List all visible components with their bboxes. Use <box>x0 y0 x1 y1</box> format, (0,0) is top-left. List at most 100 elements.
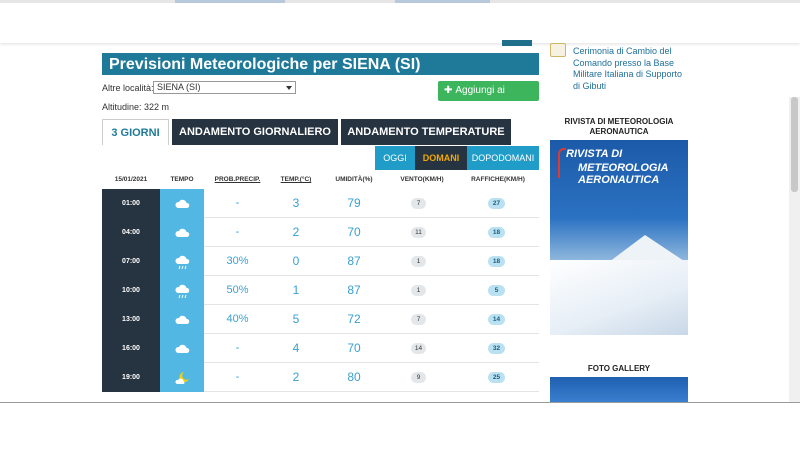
cloud-icon <box>175 228 190 237</box>
gallery-heading: FOTO GALLERY <box>587 364 651 373</box>
altitude-text: Altitudine: 322 m <box>102 102 170 112</box>
rain-cloud-icon <box>175 255 190 270</box>
location-select-value: SIENA (SI) <box>157 82 201 92</box>
column-header-vento: VENTO(KM/H) <box>400 176 444 183</box>
row-prob: - <box>235 342 240 354</box>
header-button-fragment[interactable] <box>502 40 532 46</box>
add-favorites-button[interactable]: ✚ Aggiungi ai preferiti <box>438 81 539 116</box>
day-button-domani[interactable]: DOMANI <box>415 146 467 170</box>
row-time: 16:00 <box>102 334 160 363</box>
cloud-icon <box>175 315 190 324</box>
magazine-heading: RIVISTA DI METEOROLOGIA AERONAUTICA <box>564 117 674 136</box>
day-button-dopodomani[interactable]: DOPODOMANI <box>467 146 539 170</box>
column-header-date: 15/01/2021 <box>114 176 148 183</box>
column-header-prob[interactable]: PROB.PRECIP. <box>204 176 271 183</box>
weather-cell <box>160 218 204 247</box>
page-title: Previsioni Meteorologiche per SIENA (SI) <box>102 53 539 75</box>
rain-cloud-icon <box>175 284 190 299</box>
row-hum: 72 <box>347 312 361 326</box>
row-hum: 87 <box>347 283 361 297</box>
moon-cloud-icon <box>175 372 189 384</box>
magazine-logo-mark <box>558 148 566 178</box>
table-row: 13:00 40% 5 72 7 14 <box>102 305 539 334</box>
row-prob: 40% <box>226 313 249 325</box>
table-row: 04:00 - 2 70 11 18 <box>102 218 539 247</box>
gallery-thumbnail[interactable] <box>550 377 688 402</box>
row-gust: 25 <box>488 372 505 383</box>
row-gust: 27 <box>488 198 505 209</box>
table-row: 19:00 - 2 80 9 25 <box>102 363 539 392</box>
cloud-icon <box>175 199 190 208</box>
row-prob: 30% <box>226 255 249 267</box>
row-hum: 80 <box>347 370 361 384</box>
tab-3-giorni[interactable]: 3 GIORNI <box>102 119 169 145</box>
weather-cell <box>160 247 204 276</box>
table-row: 01:00 - 3 79 7 27 <box>102 189 539 218</box>
row-wind: 1 <box>411 256 426 267</box>
chevron-down-icon <box>286 86 292 90</box>
weather-cell <box>160 276 204 305</box>
weather-cell <box>160 334 204 363</box>
browser-bottom-area <box>0 402 800 450</box>
row-time: 13:00 <box>102 305 160 334</box>
scrollbar-thumb[interactable] <box>791 97 798 192</box>
row-temp: 0 <box>292 254 300 268</box>
row-prob: - <box>235 371 240 383</box>
row-wind: 7 <box>411 198 426 209</box>
column-header-tempo: TEMPO <box>170 176 194 183</box>
row-hum: 70 <box>347 225 361 239</box>
row-time: 04:00 <box>102 218 160 247</box>
location-label: Altre località: <box>102 83 154 93</box>
magazine-cover-title-1: RIVISTA DI <box>566 148 623 160</box>
row-temp: 2 <box>292 370 300 384</box>
tab-andamento-giornaliero[interactable]: ANDAMENTO GIORNALIERO <box>172 119 338 145</box>
row-gust: 32 <box>488 343 505 354</box>
location-select[interactable]: SIENA (SI) <box>153 81 296 94</box>
row-temp: 2 <box>292 225 300 239</box>
row-gust: 18 <box>488 227 505 238</box>
row-time: 07:00 <box>102 247 160 276</box>
site-header <box>0 3 800 43</box>
row-gust: 18 <box>488 256 505 267</box>
weather-cell <box>160 305 204 334</box>
row-time: 10:00 <box>102 276 160 305</box>
column-header-umidita: UMIDITÀ(%) <box>335 176 373 183</box>
table-row: 10:00 50% 1 87 1 5 <box>102 276 539 305</box>
row-prob: - <box>235 197 240 209</box>
news-link[interactable]: Cerimonia di Cambio del Comando presso l… <box>573 46 688 92</box>
row-wind: 7 <box>411 314 426 325</box>
plus-icon: ✚ <box>444 85 453 96</box>
row-wind: 9 <box>411 372 426 383</box>
weather-cell <box>160 363 204 392</box>
row-prob: - <box>235 226 240 238</box>
row-hum: 70 <box>347 341 361 355</box>
page-scrollbar[interactable] <box>789 97 800 402</box>
column-header-raffiche: RAFFICHE(KM/H) <box>471 176 525 183</box>
table-row: 07:00 30% 0 87 1 18 <box>102 247 539 276</box>
day-button-oggi[interactable]: OGGI <box>375 146 415 170</box>
row-temp: 5 <box>292 312 300 326</box>
row-gust: 14 <box>488 314 505 325</box>
row-wind: 11 <box>411 227 426 238</box>
row-wind: 14 <box>411 343 426 354</box>
row-hum: 87 <box>347 254 361 268</box>
row-hum: 79 <box>347 196 361 210</box>
cloud-icon <box>175 344 190 353</box>
row-temp: 1 <box>292 283 300 297</box>
row-temp: 3 <box>292 196 300 210</box>
table-row: 16:00 - 4 70 14 32 <box>102 334 539 363</box>
row-time: 01:00 <box>102 189 160 218</box>
tab-andamento-temperature[interactable]: ANDAMENTO TEMPERATURE <box>341 119 511 145</box>
column-header-temp[interactable]: TEMP.(°C) <box>271 176 321 183</box>
row-gust: 5 <box>488 285 505 296</box>
magazine-cover-title-2: METEOROLOGIA AERONAUTICA <box>578 162 669 186</box>
add-favorites-label: Aggiungi ai preferiti <box>444 85 505 116</box>
coat-of-arms-icon <box>550 43 566 57</box>
row-temp: 4 <box>292 341 300 355</box>
row-wind: 1 <box>411 285 426 296</box>
snow-illustration <box>550 260 688 335</box>
weather-cell <box>160 189 204 218</box>
row-time: 19:00 <box>102 363 160 392</box>
row-prob: 50% <box>226 284 249 296</box>
magazine-cover[interactable]: RIVISTA DI METEOROLOGIA AERONAUTICA <box>550 140 688 335</box>
